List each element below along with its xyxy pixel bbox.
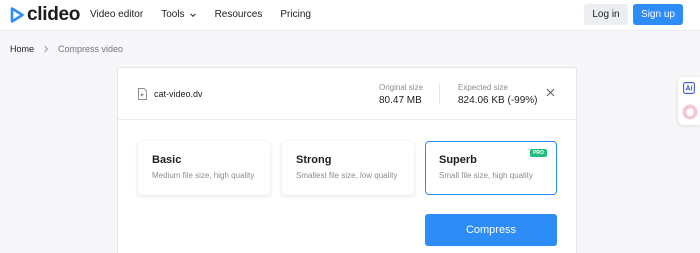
signup-button[interactable]: Sign up bbox=[633, 4, 683, 25]
option-description: Smallest file size, low quality bbox=[296, 171, 398, 180]
option-title: Basic bbox=[152, 154, 182, 166]
breadcrumb-current: Compress video bbox=[58, 44, 124, 54]
logo-text: clideo bbox=[27, 4, 81, 25]
file-info-row: cat-video.dv Original size 80.47 MB Expe… bbox=[118, 68, 576, 120]
compress-panel: cat-video.dv Original size 80.47 MB Expe… bbox=[117, 67, 577, 253]
nav-label: Resources bbox=[214, 9, 263, 20]
option-title: Strong bbox=[296, 154, 332, 166]
nav-pricing[interactable]: Pricing bbox=[280, 9, 311, 20]
option-description: Small file size, high quality bbox=[439, 171, 533, 180]
nav-label: Tools bbox=[161, 9, 185, 20]
compress-button[interactable]: Compress bbox=[425, 214, 557, 246]
ai-translate-icon[interactable] bbox=[683, 82, 695, 94]
divider bbox=[439, 84, 440, 104]
nav-label: Video editor bbox=[90, 9, 144, 20]
expected-size-label: Expected size bbox=[458, 83, 508, 92]
play-triangle-icon bbox=[10, 7, 24, 23]
breadcrumb: Home Compress video bbox=[10, 44, 123, 54]
nav-resources[interactable]: Resources bbox=[215, 9, 263, 20]
option-strong[interactable]: Strong Smallest file size, low quality bbox=[282, 141, 414, 195]
nav-tools[interactable]: Tools bbox=[161, 9, 196, 20]
top-header: clideo Video editor Tools Resources Pric… bbox=[0, 0, 700, 31]
pro-badge: PRO bbox=[530, 149, 547, 157]
file-name: cat-video.dv bbox=[154, 89, 203, 99]
login-button[interactable]: Log in bbox=[584, 4, 628, 25]
nav-video-editor[interactable]: Video editor bbox=[90, 9, 143, 20]
option-superb[interactable]: Superb Small file size, high quality PRO bbox=[425, 141, 557, 195]
option-description: Medium file size, high quality bbox=[152, 171, 255, 180]
original-size-value: 80.47 MB bbox=[379, 95, 422, 106]
main-nav: Video editor Tools Resources Pricing bbox=[90, 9, 329, 20]
nav-label: Pricing bbox=[280, 9, 311, 20]
option-basic[interactable]: Basic Medium file size, high quality bbox=[138, 141, 270, 195]
hand-wave-icon[interactable] bbox=[682, 104, 698, 120]
expected-size-value: 824.06 KB (-99%) bbox=[458, 95, 538, 106]
chevron-down-icon bbox=[189, 12, 196, 17]
file-icon bbox=[138, 88, 147, 100]
original-size-label: Original size bbox=[379, 83, 424, 92]
side-widget bbox=[678, 77, 700, 125]
clideo-logo[interactable]: clideo bbox=[10, 5, 80, 25]
option-title: Superb bbox=[439, 154, 477, 166]
breadcrumb-home[interactable]: Home bbox=[10, 44, 34, 54]
chevron-right-icon bbox=[44, 45, 49, 53]
close-icon[interactable] bbox=[546, 88, 555, 97]
